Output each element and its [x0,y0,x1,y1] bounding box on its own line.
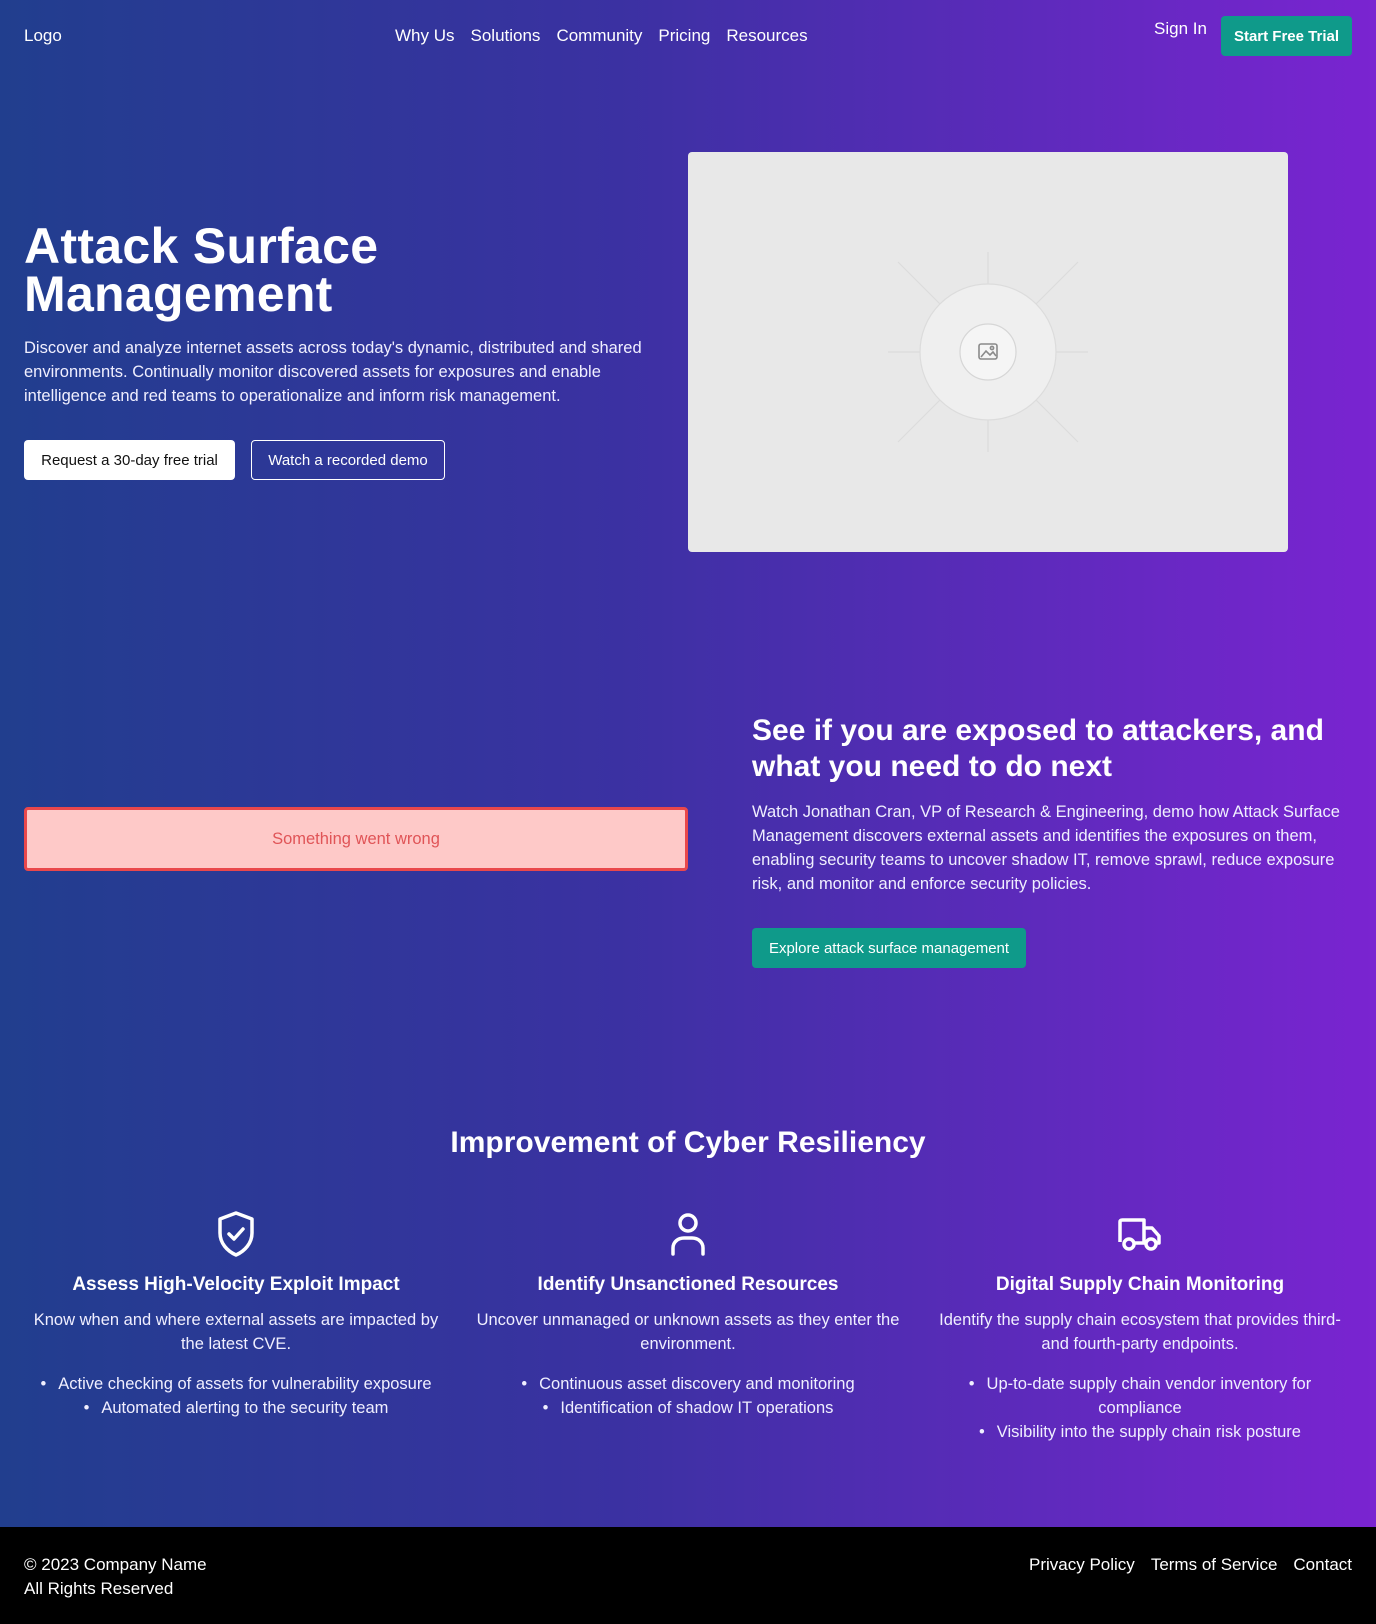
request-trial-button[interactable]: Request a 30-day free trial [24,440,235,480]
nav-link-community[interactable]: Community [556,26,642,46]
features-title: Improvement of Cyber Resiliency [450,1126,926,1159]
nav-link-solutions[interactable]: Solutions [471,26,541,46]
feature-description: Know when and where external assets are … [33,1311,439,1353]
hero-description: Discover and analyze internet assets acr… [24,339,642,405]
feature-bullets: Continuous asset discovery and monitorin… [476,1372,900,1420]
feature-card-exploit: Assess High-Velocity Exploit Impact Know… [24,1210,448,1420]
feature-bullets: Active checking of assets for vulnerabil… [24,1372,448,1420]
feature-bullet: Active checking of assets for vulnerabil… [24,1372,448,1396]
feature-title: Assess High-Velocity Exploit Impact [72,1274,400,1295]
truck-icon [1118,1218,1161,1251]
feature-title: Digital Supply Chain Monitoring [995,1274,1285,1295]
hero-title: Attack Surface Management [24,218,379,322]
nav-link-resources[interactable]: Resources [726,26,807,46]
footer-link-contact[interactable]: Contact [1293,1553,1352,1577]
feature-card-supply-chain: Digital Supply Chain Monitoring Identify… [928,1210,1352,1444]
expose-title: See if you are exposed to attackers, and… [752,714,1324,783]
copyright-text: © 2023 Company Name [24,1555,207,1574]
explore-asm-button[interactable]: Explore attack surface management [752,928,1026,968]
user-icon [671,1213,705,1256]
feature-description: Uncover unmanaged or unknown assets as t… [476,1311,900,1353]
footer-link-privacy[interactable]: Privacy Policy [1029,1553,1135,1577]
nav-link-pricing[interactable]: Pricing [658,26,710,46]
image-placeholder-graphic [888,252,1088,452]
shield-check-icon [218,1211,254,1257]
page: Logo Why Us Solutions Community Pricing … [0,0,1376,1527]
sign-in-link[interactable]: Sign In [1154,19,1207,39]
feature-bullets: Up-to-date supply chain vendor inventory… [928,1372,1352,1444]
top-nav: Logo Why Us Solutions Community Pricing … [0,0,1376,72]
feature-bullet: Automated alerting to the security team [24,1396,448,1420]
feature-bullet: Visibility into the supply chain risk po… [928,1420,1352,1444]
feature-bullet: Continuous asset discovery and monitorin… [476,1372,900,1396]
feature-title: Identify Unsanctioned Resources [537,1274,839,1295]
feature-card-unsanctioned: Identify Unsanctioned Resources Uncover … [476,1210,900,1420]
nav-link-why-us[interactable]: Why Us [395,26,455,46]
hero-image-placeholder [688,152,1288,552]
footer-link-terms[interactable]: Terms of Service [1151,1553,1278,1577]
feature-bullet: Up-to-date supply chain vendor inventory… [928,1372,1352,1420]
feature-bullet: Identification of shadow IT operations [476,1396,900,1420]
logo[interactable]: Logo [24,26,62,46]
expose-description: Watch Jonathan Cran, VP of Research & En… [752,803,1340,893]
nav-links: Why Us Solutions Community Pricing Resou… [395,26,808,46]
rights-text: All Rights Reserved [24,1579,174,1598]
footer-copyright: © 2023 Company Name All Rights Reserved [24,1553,207,1601]
error-message: Something went wrong [24,807,688,871]
start-free-trial-button[interactable]: Start Free Trial [1221,16,1352,56]
footer-links: Privacy Policy Terms of Service Contact [1029,1553,1352,1577]
feature-description: Identify the supply chain ecosystem that… [939,1311,1341,1353]
watch-demo-button[interactable]: Watch a recorded demo [251,440,445,480]
